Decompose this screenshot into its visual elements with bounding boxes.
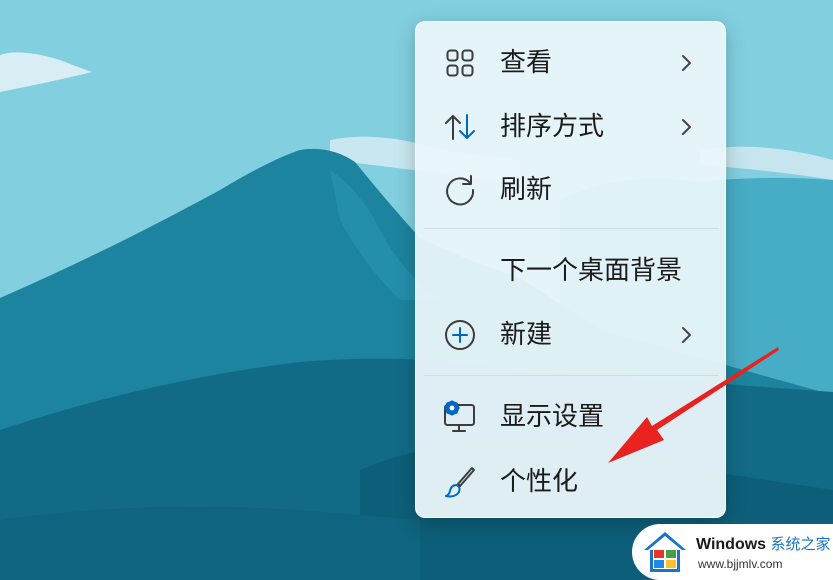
menu-item-label: 显示设置 bbox=[500, 402, 605, 432]
add-circle-icon bbox=[442, 317, 478, 353]
menu-item-new[interactable]: 新建 bbox=[416, 307, 727, 363]
menu-item-label: 下一个桌面背景 bbox=[500, 256, 683, 286]
menu-separator bbox=[424, 375, 719, 376]
menu-item-label: 查看 bbox=[500, 48, 553, 78]
desktop-context-menu: 查看 排序方式 刷新 下一个桌面背景 新建 显示设置 个性化 bbox=[415, 21, 726, 518]
menu-item-label: 刷新 bbox=[500, 175, 553, 205]
grid-view-icon bbox=[442, 45, 478, 81]
menu-item-label: 排序方式 bbox=[500, 112, 605, 142]
menu-item-refresh[interactable]: 刷新 bbox=[416, 162, 727, 218]
menu-item-label: 新建 bbox=[500, 320, 553, 350]
chevron-right-icon bbox=[682, 55, 691, 71]
menu-item-view[interactable]: 查看 bbox=[416, 35, 727, 91]
menu-item-next-background[interactable]: 下一个桌面背景 bbox=[416, 243, 727, 299]
watermark-title-text: Windows bbox=[696, 536, 767, 553]
refresh-icon bbox=[442, 172, 478, 208]
watermark-suffix: 系统之家 bbox=[770, 536, 831, 553]
menu-item-display-settings[interactable]: 显示设置 bbox=[416, 389, 727, 445]
chevron-right-icon bbox=[682, 327, 691, 343]
watermark-badge: Windows 系统之家 www.bjjmlv.com bbox=[632, 524, 833, 580]
menu-item-sort-by[interactable]: 排序方式 bbox=[416, 99, 727, 155]
sort-arrows-icon bbox=[442, 109, 478, 145]
display-settings-icon bbox=[442, 399, 478, 435]
menu-item-personalize[interactable]: 个性化 bbox=[416, 454, 727, 510]
paintbrush-icon bbox=[442, 464, 478, 500]
menu-item-label: 个性化 bbox=[500, 467, 579, 497]
menu-separator bbox=[424, 228, 719, 229]
watermark-url: www.bjjmlv.com bbox=[698, 557, 783, 571]
house-logo-icon bbox=[644, 532, 686, 572]
watermark-title: Windows 系统之家 bbox=[696, 533, 831, 554]
chevron-right-icon bbox=[682, 119, 691, 135]
